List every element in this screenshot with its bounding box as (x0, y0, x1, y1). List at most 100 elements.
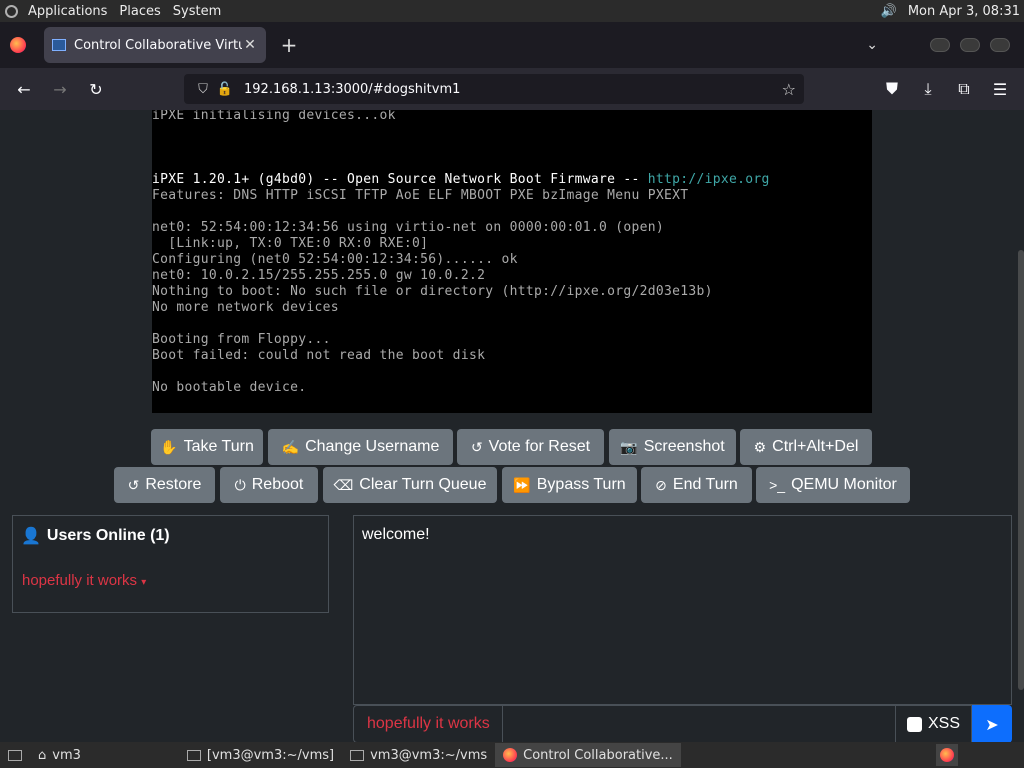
extensions-icon[interactable]: ⧉ (946, 73, 982, 105)
user-list-item[interactable]: hopefully it works ▾ (22, 572, 146, 589)
xss-toggle[interactable]: XSS (896, 705, 972, 742)
terminal-icon (350, 749, 365, 761)
console-line: Features: DNS HTTP iSCSI TFTP AoE ELF MB… (152, 188, 689, 203)
console-line: No bootable device. (152, 380, 307, 395)
taskbar-item-firefox[interactable]: Control Collaborative... (495, 743, 681, 767)
vm-display[interactable]: iPXE initialising devices...ok iPXE 1.20… (152, 110, 872, 413)
distro-logo-icon[interactable] (0, 0, 22, 22)
menu-system[interactable]: System (167, 4, 227, 19)
bypass-turn-button[interactable]: ⏩ Bypass Turn (502, 467, 637, 503)
xss-label: XSS (927, 715, 960, 732)
take-turn-button[interactable]: ✋ Take Turn (151, 429, 263, 465)
new-tab-button[interactable]: + (272, 33, 306, 57)
page-content: iPXE initialising devices...ok iPXE 1.20… (0, 110, 1024, 742)
nav-bar: ← → ↻ ⛉ 🔓 192.168.1.13:3000/#dogshitvm1 … (0, 68, 1024, 110)
users-heading: 👤 Users Online (1) (21, 526, 170, 546)
vote-reset-button[interactable]: ↺ Vote for Reset (457, 429, 604, 465)
bypass-turn-label: Bypass Turn (536, 476, 626, 493)
restore-label: Restore (145, 476, 202, 493)
qemu-monitor-label: QEMU Monitor (791, 476, 897, 493)
chat-input[interactable] (502, 705, 896, 742)
console-line: Nothing to boot: No such file or directo… (152, 284, 713, 299)
user-name: hopefully it works (22, 572, 138, 589)
shield-icon[interactable]: ⛉ (192, 82, 214, 97)
restore-button[interactable]: ↺ Restore (114, 467, 215, 503)
clear-turn-queue-button[interactable]: ⌫ Clear Turn Queue (323, 467, 497, 503)
clock[interactable]: Mon Apr 3, 08:31 (908, 4, 1020, 19)
chat-input-bar: hopefully it works XSS ➤ (353, 705, 1012, 742)
console-link: http://ipxe.org (647, 172, 770, 187)
taskbar-label: [vm3@vm3:~/vms] (206, 747, 335, 763)
vote-reset-label: Vote for Reset (488, 438, 591, 455)
firefox-view-icon[interactable] (0, 22, 36, 68)
pocket-icon[interactable]: ⛊ (874, 73, 910, 105)
close-window-button[interactable] (990, 38, 1010, 52)
take-turn-label: Take Turn (183, 438, 254, 455)
rotate-left-icon: ↺ (127, 476, 140, 493)
reload-button[interactable]: ↻ (78, 73, 114, 105)
console-line: iPXE 1.20.1+ (g4bd0) -- Open Source Netw… (152, 172, 648, 187)
end-turn-button[interactable]: ⊘ End Turn (641, 467, 752, 503)
forward-icon: ⏩ (513, 476, 531, 493)
show-desktop-icon[interactable] (0, 743, 30, 767)
browser-tab[interactable]: Control Collaborative Virtual ✕ (44, 27, 266, 63)
list-tabs-chevron-icon[interactable]: ⌄ (866, 37, 878, 53)
eraser-icon: ⌫ (333, 476, 354, 493)
ctrl-alt-del-button[interactable]: ⚙ Ctrl+Alt+Del (740, 429, 872, 465)
taskbar-item-vm3[interactable]: ⌂ vm3 (30, 743, 89, 767)
qemu-monitor-button[interactable]: >_ QEMU Monitor (756, 467, 910, 503)
clear-turn-queue-label: Clear Turn Queue (359, 476, 487, 493)
power-icon: ⏻ (234, 476, 246, 493)
folder-icon: ⌂ (38, 747, 47, 763)
users-online-panel: 👤 Users Online (1) hopefully it works ▾ (12, 515, 329, 613)
paper-plane-icon: ➤ (985, 714, 999, 734)
screenshot-button[interactable]: 📷 Screenshot (609, 429, 736, 465)
change-username-label: Change Username (305, 438, 440, 455)
monitor-icon (52, 39, 66, 51)
caret-down-icon: ▾ (141, 577, 147, 588)
taskbar-item-terminal-2[interactable]: vm3@vm3:~/vms (342, 743, 495, 767)
window-controls (930, 38, 1010, 52)
minimize-button[interactable] (930, 38, 950, 52)
top-panel: Applications Places System 🔊 Mon Apr 3, … (0, 0, 1024, 22)
close-tab-icon[interactable]: ✕ (242, 37, 258, 53)
taskbar-label: vm3 (52, 747, 81, 763)
menu-places[interactable]: Places (113, 4, 166, 19)
xss-checkbox[interactable] (906, 716, 922, 732)
firefox-launcher-icon[interactable] (936, 744, 958, 766)
camera-icon: 📷 (620, 438, 638, 455)
rotate-left-icon: ↺ (470, 438, 483, 455)
console-line: iPXE initialising devices...ok (152, 110, 396, 123)
downloads-icon[interactable]: ⤓ (910, 73, 946, 105)
back-button[interactable]: ← (6, 73, 42, 105)
bookmark-star-icon[interactable]: ☆ (782, 80, 796, 99)
reboot-button[interactable]: ⏻ Reboot (220, 467, 318, 503)
url-bar[interactable]: ⛉ 🔓 192.168.1.13:3000/#dogshitvm1 ☆ (184, 74, 804, 104)
terminal-icon: >_ (769, 477, 786, 493)
change-username-button[interactable]: ✍ Change Username (268, 429, 453, 465)
menu-applications[interactable]: Applications (22, 4, 113, 19)
forward-button[interactable]: → (42, 73, 78, 105)
reboot-label: Reboot (251, 476, 304, 493)
maximize-button[interactable] (960, 38, 980, 52)
taskbar-item-terminal-1[interactable]: [vm3@vm3:~/vms] (179, 743, 342, 767)
vm-console-text: iPXE initialising devices...ok iPXE 1.20… (152, 110, 872, 396)
console-line: net0: 10.0.2.15/255.255.255.0 gw 10.0.2.… (152, 268, 486, 283)
volume-icon[interactable]: 🔊 (878, 2, 900, 20)
console-line: No more network devices (152, 300, 339, 315)
ctrl-alt-del-label: Ctrl+Alt+Del (772, 438, 859, 455)
hand-pointer-icon: ✋ (160, 438, 178, 455)
chat-message: welcome! (362, 526, 430, 543)
insecure-lock-icon[interactable]: 🔓 (214, 82, 236, 97)
bottom-taskbar: ⌂ vm3 [vm3@vm3:~/vms] vm3@vm3:~/vms Contr… (0, 742, 1024, 768)
menu-hamburger-icon[interactable]: ☰ (982, 73, 1018, 105)
taskbar-label: Control Collaborative... (523, 747, 673, 763)
terminal-icon (186, 749, 201, 761)
url-text[interactable]: 192.168.1.13:3000/#dogshitvm1 (244, 82, 782, 97)
page-scrollbar[interactable] (1018, 250, 1024, 690)
tab-strip: Control Collaborative Virtual ✕ + ⌄ (0, 22, 1024, 68)
send-button[interactable]: ➤ (972, 705, 1012, 742)
url-path: :3000/#dogshitvm1 (330, 81, 461, 97)
end-turn-label: End Turn (672, 476, 738, 493)
url-host: 192.168.1.13 (244, 81, 331, 97)
